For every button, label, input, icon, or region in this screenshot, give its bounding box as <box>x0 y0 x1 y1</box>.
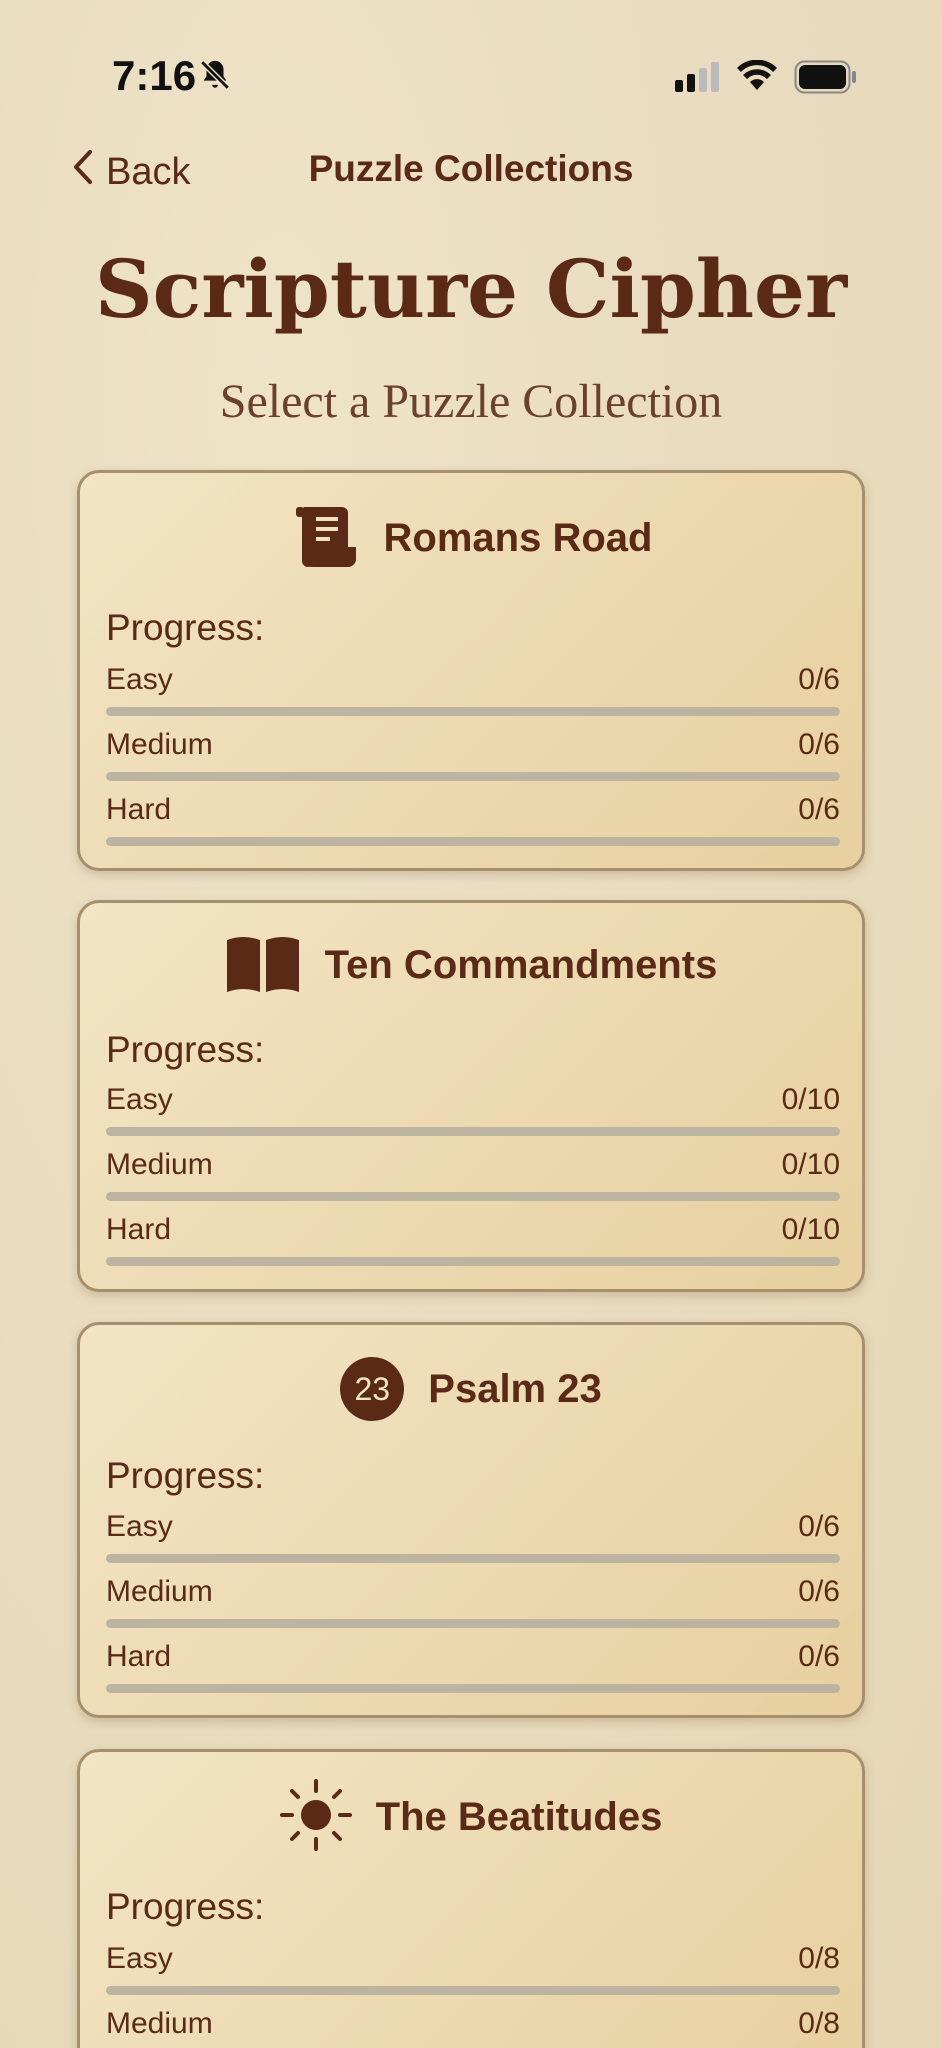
level-label: Easy <box>106 1942 173 1975</box>
progress-bar <box>106 772 840 781</box>
level-row-medium: Medium 0/6 <box>106 1575 840 1635</box>
progress-bar <box>106 1986 840 1995</box>
level-row-hard: Hard 0/10 <box>106 1213 840 1273</box>
collection-card-ten-commandments[interactable]: Ten Commandments Progress: Easy 0/10 Med… <box>77 900 865 1292</box>
level-label: Medium <box>106 1575 213 1608</box>
level-row-easy: Easy 0/8 <box>106 1942 840 2002</box>
app-title: Scripture Cipher <box>94 242 848 336</box>
level-count: 0/6 <box>798 793 840 826</box>
navigation-bar: Back Puzzle Collections <box>0 140 942 200</box>
level-row-medium: Medium 0/10 <box>106 1148 840 1208</box>
level-count: 0/6 <box>798 1510 840 1543</box>
level-row-easy: Easy 0/10 <box>106 1083 840 1143</box>
progress-bar <box>106 1192 840 1201</box>
level-row-medium: Medium 0/6 <box>106 728 840 788</box>
card-header: The Beatitudes <box>80 1752 862 1882</box>
status-bar: 7:16 <box>0 0 942 150</box>
progress-bar <box>106 837 840 846</box>
level-row-easy: Easy 0/6 <box>106 1510 840 1570</box>
level-count: 0/6 <box>798 728 840 761</box>
level-label: Medium <box>106 728 213 761</box>
status-time: 7:16 <box>112 52 197 99</box>
level-label: Easy <box>106 1510 173 1543</box>
level-count: 0/10 <box>781 1148 840 1181</box>
level-row-hard: Hard 0/6 <box>106 1640 840 1700</box>
level-label: Hard <box>106 1640 172 1673</box>
level-label: Easy <box>106 1083 173 1116</box>
collection-card-psalm-23[interactable]: 23 Psalm 23 Progress: Easy 0/6 Medium 0/… <box>77 1322 865 1718</box>
progress-bar <box>106 1619 840 1628</box>
progress-label: Progress: <box>106 1455 265 1496</box>
level-row-medium: Medium 0/8 <box>106 2007 840 2048</box>
scroll-icon <box>290 501 360 576</box>
progress-bar <box>106 1684 840 1693</box>
progress-label: Progress: <box>106 1886 265 1927</box>
open-book-icon <box>225 932 301 999</box>
card-header: Romans Road <box>80 473 862 603</box>
number-23-icon: 23 <box>340 1357 405 1421</box>
collection-title: Romans Road <box>383 515 653 560</box>
level-label: Medium <box>106 2007 213 2040</box>
collection-title: The Beatitudes <box>375 1794 663 1839</box>
page-subtitle: Select a Puzzle Collection <box>219 375 723 428</box>
bell-slash-icon <box>198 58 232 97</box>
level-count: 0/8 <box>798 1942 840 1975</box>
level-count: 0/10 <box>781 1213 840 1246</box>
wifi-icon <box>737 59 777 97</box>
collection-card-romans-road[interactable]: Romans Road Progress: Easy 0/6 Medium 0/… <box>77 470 865 871</box>
nav-title: Puzzle Collections <box>308 148 634 189</box>
progress-bar <box>106 1554 840 1563</box>
collection-card-the-beatitudes[interactable]: The Beatitudes Progress: Easy 0/8 Medium… <box>77 1749 865 2048</box>
sun-icon <box>279 1778 352 1856</box>
progress-label: Progress: <box>106 607 265 648</box>
progress-bar <box>106 1127 840 1136</box>
progress-bar <box>106 707 840 716</box>
progress-label: Progress: <box>106 1029 265 1070</box>
level-count: 0/10 <box>781 1083 840 1116</box>
progress-bar <box>106 1257 840 1266</box>
card-header: Ten Commandments <box>80 903 862 1027</box>
collection-title: Ten Commandments <box>324 942 718 987</box>
level-count: 0/6 <box>798 1640 840 1673</box>
level-count: 0/6 <box>798 1575 840 1608</box>
level-label: Hard <box>106 1213 172 1246</box>
level-count: 0/8 <box>798 2007 840 2040</box>
cellular-signal-icon <box>673 62 721 97</box>
level-row-hard: Hard 0/6 <box>106 793 840 853</box>
battery-icon <box>794 60 858 99</box>
level-row-easy: Easy 0/6 <box>106 663 840 723</box>
collection-title: Psalm 23 <box>428 1366 602 1411</box>
card-header: 23 Psalm 23 <box>80 1325 862 1453</box>
level-label: Hard <box>106 793 172 826</box>
level-label: Medium <box>106 1148 213 1181</box>
level-count: 0/6 <box>798 663 840 696</box>
level-label: Easy <box>106 663 173 696</box>
